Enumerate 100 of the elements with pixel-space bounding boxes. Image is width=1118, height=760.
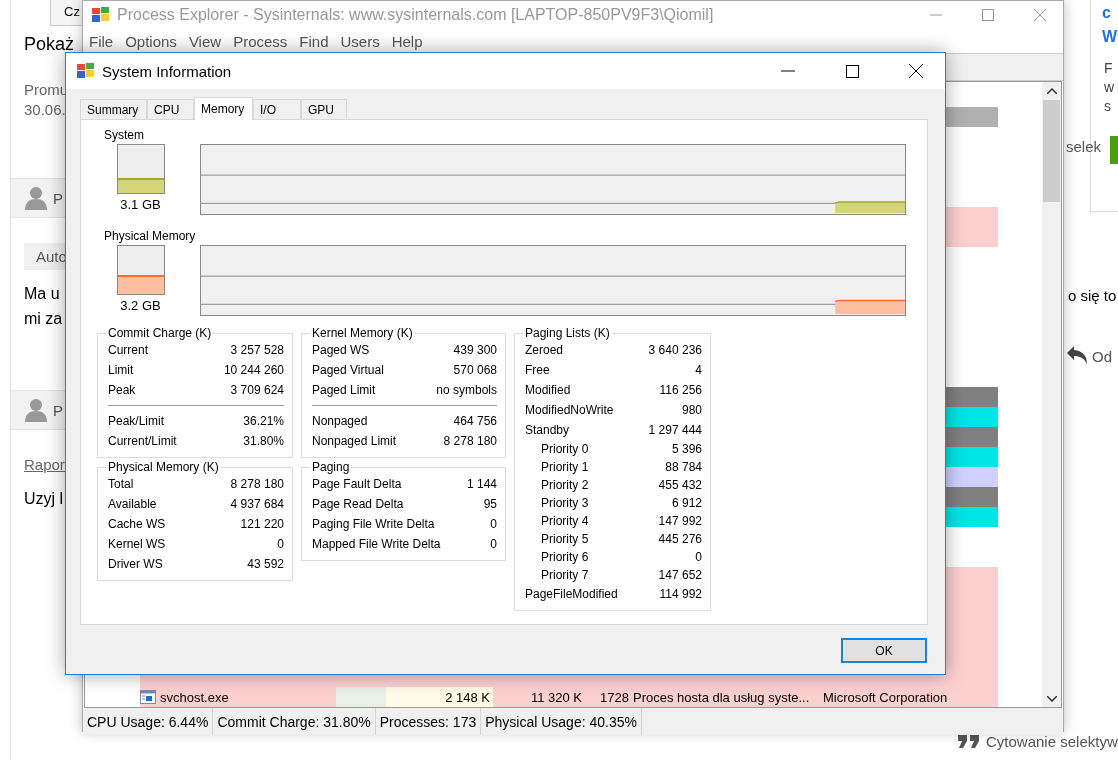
minimize-icon — [781, 70, 795, 72]
field-value: 6 912 — [671, 496, 702, 510]
table-cell-text: Microsoft Corporation — [823, 688, 949, 707]
field-label: Mapped File Write Delta — [312, 537, 441, 551]
scroll-thumb[interactable] — [1043, 100, 1060, 202]
post-meta: 30.06. — [24, 101, 66, 118]
field-value: 8 278 180 — [443, 434, 497, 448]
gauge-reading: 3.2 GB — [120, 298, 161, 313]
menu-item[interactable]: File — [83, 32, 120, 50]
field-label: Standby — [525, 423, 570, 437]
avatar-icon — [25, 398, 47, 422]
group-title: Kernel Memory (K) — [311, 326, 414, 340]
field-label: Paged Limit — [312, 383, 376, 397]
process-row[interactable]: svchost.exe 2 148 K 11 320 K 1728 Proces hosta dla usług syste... Microsoft Corporation — [140, 687, 998, 707]
side-text: selek — [1066, 138, 1102, 155]
gauge-label: System — [104, 128, 145, 144]
menu-item[interactable]: Users — [334, 32, 386, 50]
field-value: 0 — [490, 517, 497, 531]
scrollbar[interactable] — [1042, 82, 1061, 707]
field-value: 147 992 — [658, 514, 702, 528]
window-title: Process Explorer - Sysinternals: www.sysinternals.com [LAPTOP-850PV9F3\Qiomil] — [117, 6, 715, 24]
menu-item[interactable]: Process — [227, 32, 294, 50]
field-value: 0 — [695, 550, 702, 564]
post-text: Uzyj l — [24, 490, 64, 508]
process-icon — [140, 690, 156, 704]
field-label: Current/Limit — [108, 434, 177, 448]
menu-item[interactable]: View — [182, 32, 228, 50]
reply-icon[interactable] — [1066, 344, 1090, 366]
ok-button[interactable]: OK — [841, 638, 927, 663]
sidebar-text: w — [1104, 79, 1115, 95]
table-cell-text: 1728 — [599, 688, 630, 707]
group-title: Paging Lists (K) — [524, 326, 611, 340]
author-name: P — [53, 189, 63, 207]
memory-gauge — [116, 144, 165, 194]
sidebar-text: F — [1104, 60, 1113, 76]
field-label: PageFileModified — [525, 587, 618, 601]
tab[interactable]: I/O — [253, 99, 301, 119]
field-value: 455 432 — [658, 478, 702, 492]
field-label: Paged WS — [312, 343, 370, 357]
sidebar-link[interactable]: W — [1102, 28, 1118, 46]
dialog-title: System Information — [102, 62, 233, 80]
field-label: Zeroed — [525, 343, 564, 357]
group-title: Physical Memory (K) — [107, 460, 220, 474]
field-value: 8 278 180 — [230, 477, 284, 491]
field-value: 0 — [277, 537, 284, 551]
tab[interactable]: CPU — [147, 99, 194, 119]
page-button[interactable]: Cz — [50, 0, 82, 26]
group-title: Paging — [311, 460, 351, 474]
field-label: Priority 0 — [541, 442, 589, 456]
process-name: svchost.exe — [160, 689, 229, 705]
field-label: Page Fault Delta — [312, 477, 402, 491]
scroll-down-icon[interactable] — [1046, 695, 1057, 702]
field-value: 445 276 — [658, 532, 702, 546]
field-label: Priority 7 — [541, 568, 589, 582]
field-value: 464 756 — [453, 414, 497, 428]
field-value: 43 592 — [247, 557, 284, 571]
app-icon — [91, 6, 111, 24]
scroll-up-icon[interactable] — [1046, 87, 1057, 94]
field-value: 10 244 260 — [223, 363, 284, 377]
post-text: Ma u — [24, 285, 60, 303]
field-label: Priority 3 — [541, 496, 589, 510]
field-value: 3 640 236 — [648, 343, 702, 357]
menu-item[interactable]: Find — [293, 32, 335, 50]
group-title: Commit Charge (K) — [107, 326, 213, 340]
reply-link[interactable]: Od — [1092, 348, 1112, 365]
field-label: Limit — [108, 363, 134, 377]
field-label: Nonpaged Limit — [312, 434, 397, 448]
field-label: Kernel WS — [108, 537, 166, 551]
menu-item[interactable]: Options — [119, 32, 183, 50]
menu-item[interactable]: Help — [385, 32, 429, 50]
quote-link[interactable]: Cytowanie selektyw — [986, 733, 1118, 750]
field-label: Driver WS — [108, 557, 163, 571]
tab[interactable]: GPU — [301, 99, 347, 119]
field-label: Priority 6 — [541, 550, 589, 564]
status-text: CPU Usage: 6.44% — [83, 708, 214, 735]
field-label: Current — [108, 343, 148, 357]
tab[interactable]: Memory — [194, 97, 253, 120]
field-value: 114 992 — [659, 587, 702, 601]
field-value: 980 — [681, 403, 702, 417]
gauge-label: Physical Memory — [104, 229, 197, 245]
close-icon — [1034, 9, 1046, 21]
field-value: 1 297 444 — [648, 423, 702, 437]
tab[interactable]: Summary — [80, 99, 147, 119]
table-cell-text: 11 320 K — [529, 688, 583, 707]
field-value: 147 652 — [658, 568, 702, 582]
field-label: Priority 2 — [541, 478, 589, 492]
field-label: Paging File Write Delta — [312, 517, 435, 531]
field-value: 4 937 684 — [230, 497, 284, 511]
table-cell-text: Proces hosta dla usług syste... — [633, 688, 811, 707]
field-label: Free — [525, 363, 550, 377]
field-label: Page Read Delta — [312, 497, 404, 511]
field-label: Modified — [525, 383, 571, 397]
field-value: 88 784 — [665, 460, 702, 474]
field-value: 31.80% — [243, 434, 284, 448]
field-value: 116 256 — [659, 383, 702, 397]
sidebar-link[interactable]: c — [1102, 4, 1111, 22]
memory-gauge — [116, 245, 165, 295]
avatar-icon — [25, 186, 47, 210]
report-link[interactable]: Rapor — [24, 456, 65, 473]
field-value: 36.21% — [243, 414, 284, 428]
